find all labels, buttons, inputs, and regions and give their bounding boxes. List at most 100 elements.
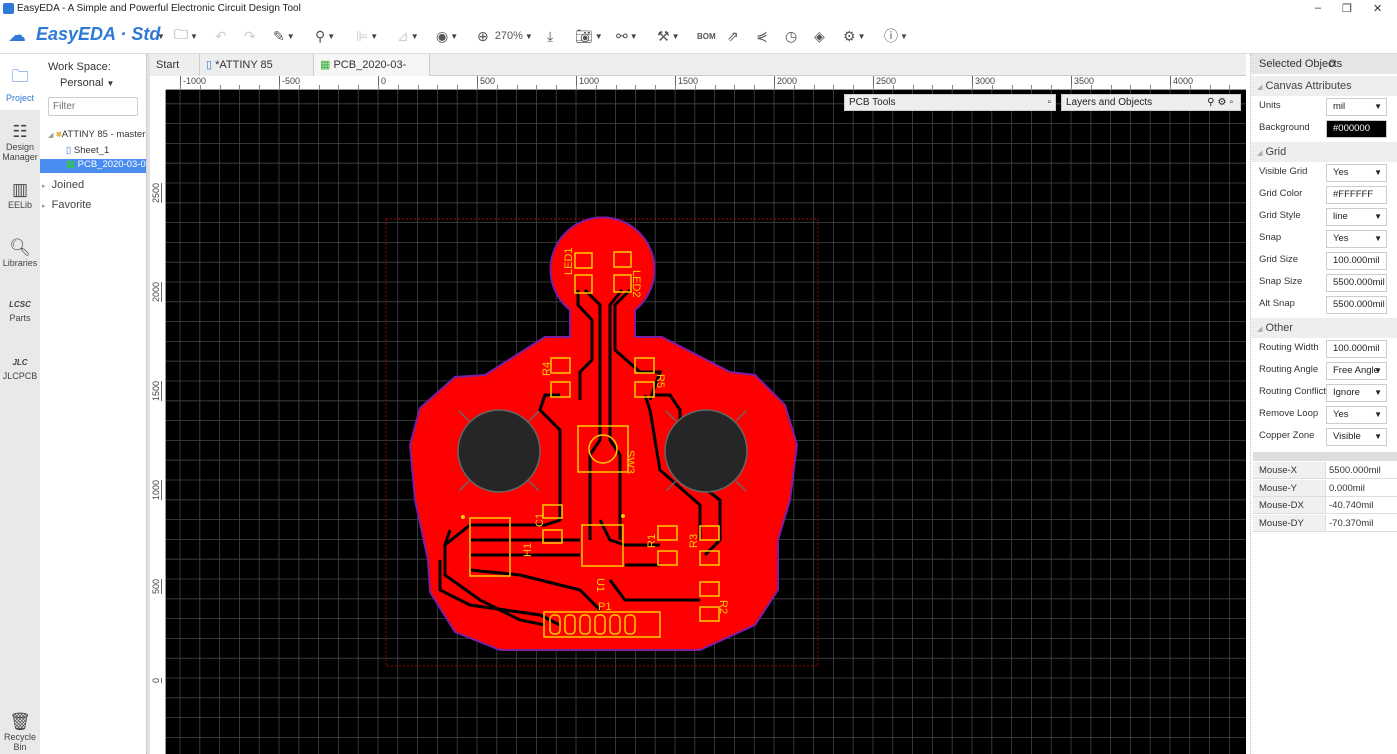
sidebar-label: Parts — [9, 313, 31, 323]
prop-copper-zone-select[interactable]: Visible ▼ — [1326, 428, 1387, 446]
tab-pcb[interactable]: ▦ PCB_2020-03-05... — [314, 54, 430, 93]
panel-title: PCB Tools — [849, 97, 896, 108]
view-button[interactable]: ◉ ▼ — [436, 26, 458, 46]
maximize-button[interactable]: ❐ — [1342, 2, 1352, 15]
settings-button[interactable]: ⚙ ▼ — [843, 26, 865, 46]
tab-start[interactable]: Start — [150, 54, 200, 76]
bom-button[interactable]: BOM — [697, 26, 716, 46]
place-button[interactable]: ⚲ ▼ — [315, 26, 335, 46]
schematic-icon: ▯ — [66, 145, 72, 156]
filter-input[interactable] — [48, 97, 138, 116]
zoom-button[interactable]: ⊕ 270% ▼ — [477, 26, 533, 46]
tree-root[interactable]: ◢ ■ATTINY 85 - master — [48, 129, 146, 140]
sidebar-label: JLCPCB — [2, 371, 38, 381]
sidebar-label: Libraries — [2, 258, 38, 268]
tree-group-favorite[interactable]: ▸ Favorite — [42, 199, 91, 211]
label-r1: R1 — [646, 534, 658, 548]
section-title: Grid — [1265, 146, 1287, 158]
export-icon: ⇗ — [727, 27, 739, 44]
redo-button[interactable]: ↷ — [244, 26, 256, 46]
readout-label: Mouse-Y — [1259, 482, 1298, 494]
tree-item-pcb[interactable]: ▦ PCB_2020-03-05 — [40, 159, 146, 173]
workspace-select[interactable]: Personal ▼ — [60, 77, 114, 89]
location-pin-icon: ⚲ — [315, 27, 326, 44]
logo-menu-caret[interactable]: ▼ — [157, 26, 165, 46]
section-other[interactable]: ◢ Other — [1251, 318, 1397, 338]
pcb-tools-panel[interactable]: PCB Tools ▫ — [844, 94, 1056, 111]
minimize-button[interactable]: – — [1315, 2, 1321, 14]
prop-value: #000000 — [1333, 123, 1370, 134]
prop-units-select[interactable]: mil ▼ — [1326, 98, 1387, 116]
help-icon: ⓘ — [884, 28, 898, 44]
ruler-tick-label: -500 — [279, 76, 300, 89]
help-button[interactable]: ⓘ ▼ — [884, 26, 908, 46]
layers-button[interactable]: ◈ — [814, 26, 825, 46]
tab-schematic[interactable]: ▯ *ATTINY 85 — [200, 54, 314, 76]
export-button[interactable]: ⇗ — [727, 26, 739, 46]
sidebar-item-project[interactable]: 🗀 Project — [0, 54, 40, 110]
layers-objects-panel[interactable]: Layers and Objects ⚲⚙▫ — [1061, 94, 1241, 111]
network-button[interactable]: ⚯ ▼ — [616, 26, 638, 46]
undo-button[interactable]: ↶ — [215, 26, 227, 46]
tree-group-joined[interactable]: ▸ Joined — [42, 179, 84, 191]
prop-routing-conflict-select[interactable]: Ignore ▼ — [1326, 384, 1387, 402]
tools-button[interactable]: ⚒ ▼ — [657, 26, 679, 46]
prop-label: Snap Size — [1259, 276, 1303, 287]
sidebar-item-design-manager[interactable]: ☷ Design Manager — [0, 122, 40, 162]
selected-objects: Selected Objects 0 — [1251, 54, 1397, 74]
prop-value: 5500.000mil — [1333, 299, 1385, 310]
prop-value: mil — [1333, 101, 1346, 112]
measure-button[interactable]: ⊿ ▼ — [397, 26, 419, 46]
ruler-tick-label: 500 — [151, 579, 162, 595]
prop-snap-size-input[interactable]: 5500.000mil — [1326, 274, 1387, 292]
prop-grid-style-select[interactable]: line ▼ — [1326, 208, 1387, 226]
sidebar-label: Recycle Bin — [3, 732, 36, 752]
sidebar-label: Design Manager — [2, 142, 38, 162]
sidebar-item-libraries[interactable]: 🔍︎ Libraries — [0, 238, 40, 268]
pin-gear-maximize-icon[interactable]: ⚲⚙▫ — [1207, 95, 1236, 110]
logo[interactable]: EasyEDA · Std — [36, 24, 160, 45]
ruler-top: -1000 -500 0 500 1000 1500 2000 2500 3000 3500 400… — [166, 76, 1246, 90]
folder-button[interactable]: 🗀 ▼ — [174, 26, 198, 46]
prop-routing-width-input[interactable]: 100.000mil — [1326, 340, 1387, 358]
readout-label: Mouse-DX — [1259, 500, 1304, 511]
prop-visible-grid-select[interactable]: Yes ▼ — [1326, 164, 1387, 182]
maximize-icon[interactable]: ▫ — [1047, 95, 1051, 110]
history-button[interactable]: ◷ — [785, 26, 797, 46]
title-bar: EasyEDA - A Simple and Powerful Electron… — [0, 0, 1397, 18]
tree-item-sheet[interactable]: ▯ Sheet_1 — [66, 145, 109, 156]
zoom-icon: ⊕ — [477, 27, 489, 44]
prop-background-input[interactable]: #000000 — [1326, 120, 1387, 138]
sidebar-item-eelib[interactable]: ▥ EELib — [0, 180, 40, 210]
ruler-tick-label: 2500 — [151, 183, 162, 204]
workspace-value: Personal — [60, 77, 104, 89]
prop-snap-select[interactable]: Yes ▼ — [1326, 230, 1387, 248]
sidebar-item-jlcpcb[interactable]: JLC JLCPCB — [0, 354, 40, 381]
prop-label: Grid Color — [1259, 188, 1303, 199]
sidebar-item-recycle-bin[interactable]: 🗑︎ Recycle Bin — [0, 712, 40, 752]
section-canvas[interactable]: ◢ Canvas Attributes — [1251, 76, 1397, 96]
camera-button[interactable]: 📷︎ ▼ — [575, 26, 603, 46]
close-button[interactable]: ✕ — [1373, 2, 1382, 15]
align-icon: ⊫ — [356, 27, 369, 44]
redo-icon: ↷ — [244, 27, 256, 44]
mounting-hole-right — [664, 409, 748, 493]
prop-grid-size-input[interactable]: 100.000mil — [1326, 252, 1387, 270]
prop-alt-snap-input[interactable]: 5500.000mil — [1326, 296, 1387, 314]
prop-routing-angle-select[interactable]: Free Angle ▼ — [1326, 362, 1387, 380]
sidebar-item-parts[interactable]: LCSC Parts — [0, 296, 40, 323]
chevron-down-icon: ▼ — [1374, 212, 1382, 221]
section-grid[interactable]: ◢ Grid — [1251, 142, 1397, 162]
schematic-icon: ▯ — [206, 59, 213, 71]
gear-icon: ⚙ — [843, 27, 856, 44]
import-button[interactable]: ⤓ — [547, 26, 553, 46]
prop-value: line — [1333, 211, 1348, 222]
align-button[interactable]: ⊫ ▼ — [356, 26, 378, 46]
prop-grid-color-input[interactable]: #FFFFFF — [1326, 186, 1387, 204]
prop-remove-loop-select[interactable]: Yes ▼ — [1326, 406, 1387, 424]
draw-button[interactable]: ✎ ▼ — [273, 26, 295, 46]
prop-value: 5500.000mil — [1333, 277, 1385, 288]
share-button[interactable]: ⋞ — [756, 26, 768, 46]
pcb-canvas[interactable]: LED1 LED2 R4 R5 SW3 C1 H1 U1 R1 R3 R2 P1 — [166, 90, 1246, 754]
tab-label: *ATTINY 85 — [215, 59, 273, 71]
